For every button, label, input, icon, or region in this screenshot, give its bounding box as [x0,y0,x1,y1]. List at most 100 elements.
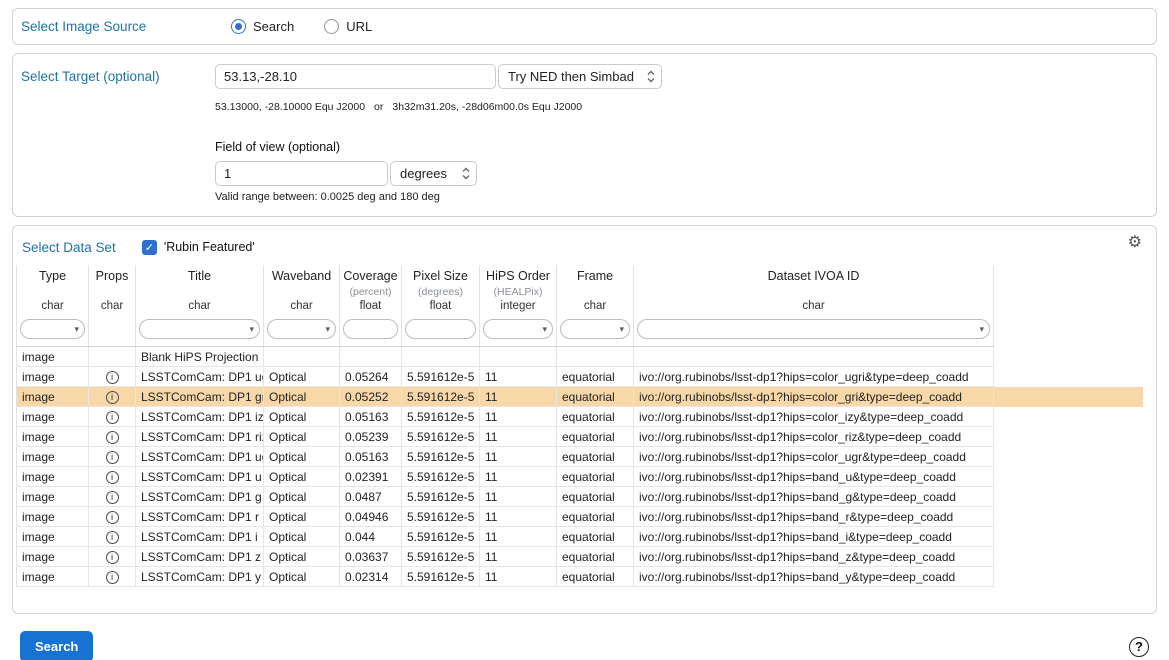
resolver-select[interactable]: Try NED then Simbad [498,64,662,89]
fov-unit-value: degrees [400,166,447,181]
filter-input-pixel-size[interactable] [405,319,476,339]
column-name: Waveband [266,269,337,286]
dropdown-arrow-icon[interactable]: ▾ [249,324,254,335]
column-header-title[interactable]: Titlechar [136,265,264,317]
info-icon[interactable]: i [106,571,119,584]
search-button[interactable]: Search [20,631,93,660]
cell-frame [557,347,634,367]
cell-title: Blank HiPS Projection [136,347,264,367]
cell-props: i [89,367,136,387]
fov-label: Field of view (optional) [215,140,662,154]
table-row[interactable]: imageiLSSTComCam: DP1 gOptical0.04875.59… [17,487,1144,507]
cell-waveband: Optical [264,387,340,407]
info-icon[interactable]: i [106,451,119,464]
table-row[interactable]: imageiLSSTComCam: DP1 zOptical0.036375.5… [17,547,1144,567]
settings-icon[interactable]: ⚙ [1128,235,1142,251]
dropdown-arrow-icon[interactable]: ▾ [542,324,547,335]
cell-coverage: 0.05264 [340,367,402,387]
column-header-pixel-size[interactable]: Pixel Size(degrees)float [402,265,480,317]
cell-waveband: Optical [264,447,340,467]
cell-coverage: 0.05163 [340,407,402,427]
filter-cell-type: ▾ [17,317,89,347]
column-dtype: char [636,300,991,316]
column-header-hips-order[interactable]: HiPS Order(HEALPix)integer [480,265,557,317]
cell-hips_order: 11 [480,387,557,407]
column-dtype: char [19,300,86,316]
column-dtype: float [404,300,477,316]
column-header-waveband[interactable]: Wavebandchar [264,265,340,317]
row-filler [994,467,1144,487]
radio-search[interactable]: Search [231,19,294,34]
column-header-frame[interactable]: Framechar [557,265,634,317]
info-icon[interactable]: i [106,431,119,444]
table-row[interactable]: imageiLSSTComCam: DP1 iOptical0.0445.591… [17,527,1144,547]
stepper-icon [646,69,656,84]
fov-input[interactable] [215,161,388,186]
cell-title: LSSTComCam: DP1 gri [136,387,264,407]
column-name: Pixel Size [404,269,477,286]
info-icon[interactable]: i [106,511,119,524]
column-header-props[interactable]: Propschar [89,265,136,317]
filter-cell-frame: ▾ [557,317,634,347]
cell-pixel_size: 5.591612e-5 [402,367,480,387]
info-icon[interactable]: i [106,391,119,404]
filter-select-hips-order[interactable]: ▾ [483,319,553,339]
table-row[interactable]: imageiLSSTComCam: DP1 ugriOptical0.05264… [17,367,1144,387]
filter-select-dataset-ivoa-id[interactable]: ▾ [637,319,990,339]
column-header-type[interactable]: Typechar [17,265,89,317]
filter-select-title[interactable]: ▾ [139,319,260,339]
info-icon[interactable]: i [106,491,119,504]
radio-search-label: Search [253,19,294,34]
cell-ivoa_id: ivo://org.rubinobs/lsst-dp1?hips=color_r… [634,427,994,447]
info-icon[interactable]: i [106,551,119,564]
dropdown-arrow-icon[interactable]: ▾ [74,324,79,335]
table-row[interactable]: imageiLSSTComCam: DP1 rizOptical0.052395… [17,427,1144,447]
help-icon[interactable]: ? [1129,637,1149,657]
info-icon[interactable]: i [106,471,119,484]
table-row[interactable]: imageiLSSTComCam: DP1 uOptical0.023915.5… [17,467,1144,487]
rubin-featured-checkbox[interactable]: ✓ 'Rubin Featured' [142,240,255,255]
cell-title: LSSTComCam: DP1 y [136,567,264,587]
cell-coverage: 0.02391 [340,467,402,487]
dropdown-arrow-icon[interactable]: ▾ [619,324,624,335]
table-row[interactable]: imageiLSSTComCam: DP1 yOptical0.023145.5… [17,567,1144,587]
info-icon[interactable]: i [106,411,119,424]
filter-cell-waveband: ▾ [264,317,340,347]
fov-unit-select[interactable]: degrees [390,161,477,186]
filter-select-type[interactable]: ▾ [20,319,85,339]
cell-type: image [17,387,89,407]
column-name: Dataset IVOA ID [636,269,991,286]
info-icon[interactable]: i [106,371,119,384]
cell-pixel_size: 5.591612e-5 [402,487,480,507]
column-unit [559,286,631,300]
dropdown-arrow-icon[interactable]: ▾ [325,324,330,335]
filter-filler [994,317,1144,347]
dropdown-arrow-icon[interactable]: ▾ [979,324,984,335]
checkbox-checked-icon: ✓ [142,240,157,255]
radio-url[interactable]: URL [324,19,372,34]
column-unit [138,286,261,300]
cell-ivoa_id: ivo://org.rubinobs/lsst-dp1?hips=band_r&… [634,507,994,527]
table-row[interactable]: imageiLSSTComCam: DP1 ugrOptical0.051635… [17,447,1144,467]
info-icon[interactable]: i [106,531,119,544]
filter-cell-coverage [340,317,402,347]
cell-hips_order: 11 [480,447,557,467]
table-row[interactable]: imageBlank HiPS Projection [17,347,1144,367]
radio-url-label: URL [346,19,372,34]
table-row[interactable]: imageiLSSTComCam: DP1 izyOptical0.051635… [17,407,1144,427]
column-unit [91,286,133,300]
cell-hips_order: 11 [480,567,557,587]
column-header-dataset-ivoa-id[interactable]: Dataset IVOA ID char [634,265,994,317]
radio-selected-icon [231,19,246,34]
filter-select-waveband[interactable]: ▾ [267,319,336,339]
table-row[interactable]: imageiLSSTComCam: DP1 rOptical0.049465.5… [17,507,1144,527]
column-name: HiPS Order [482,269,554,286]
cell-ivoa_id: ivo://org.rubinobs/lsst-dp1?hips=band_i&… [634,527,994,547]
filter-select-frame[interactable]: ▾ [560,319,630,339]
column-header-coverage[interactable]: Coverage(percent)float [340,265,402,317]
row-filler [994,347,1144,367]
target-input[interactable] [215,64,496,89]
cell-ivoa_id: ivo://org.rubinobs/lsst-dp1?hips=color_i… [634,407,994,427]
filter-input-coverage[interactable] [343,319,398,339]
table-row[interactable]: imageiLSSTComCam: DP1 griOptical0.052525… [17,387,1144,407]
